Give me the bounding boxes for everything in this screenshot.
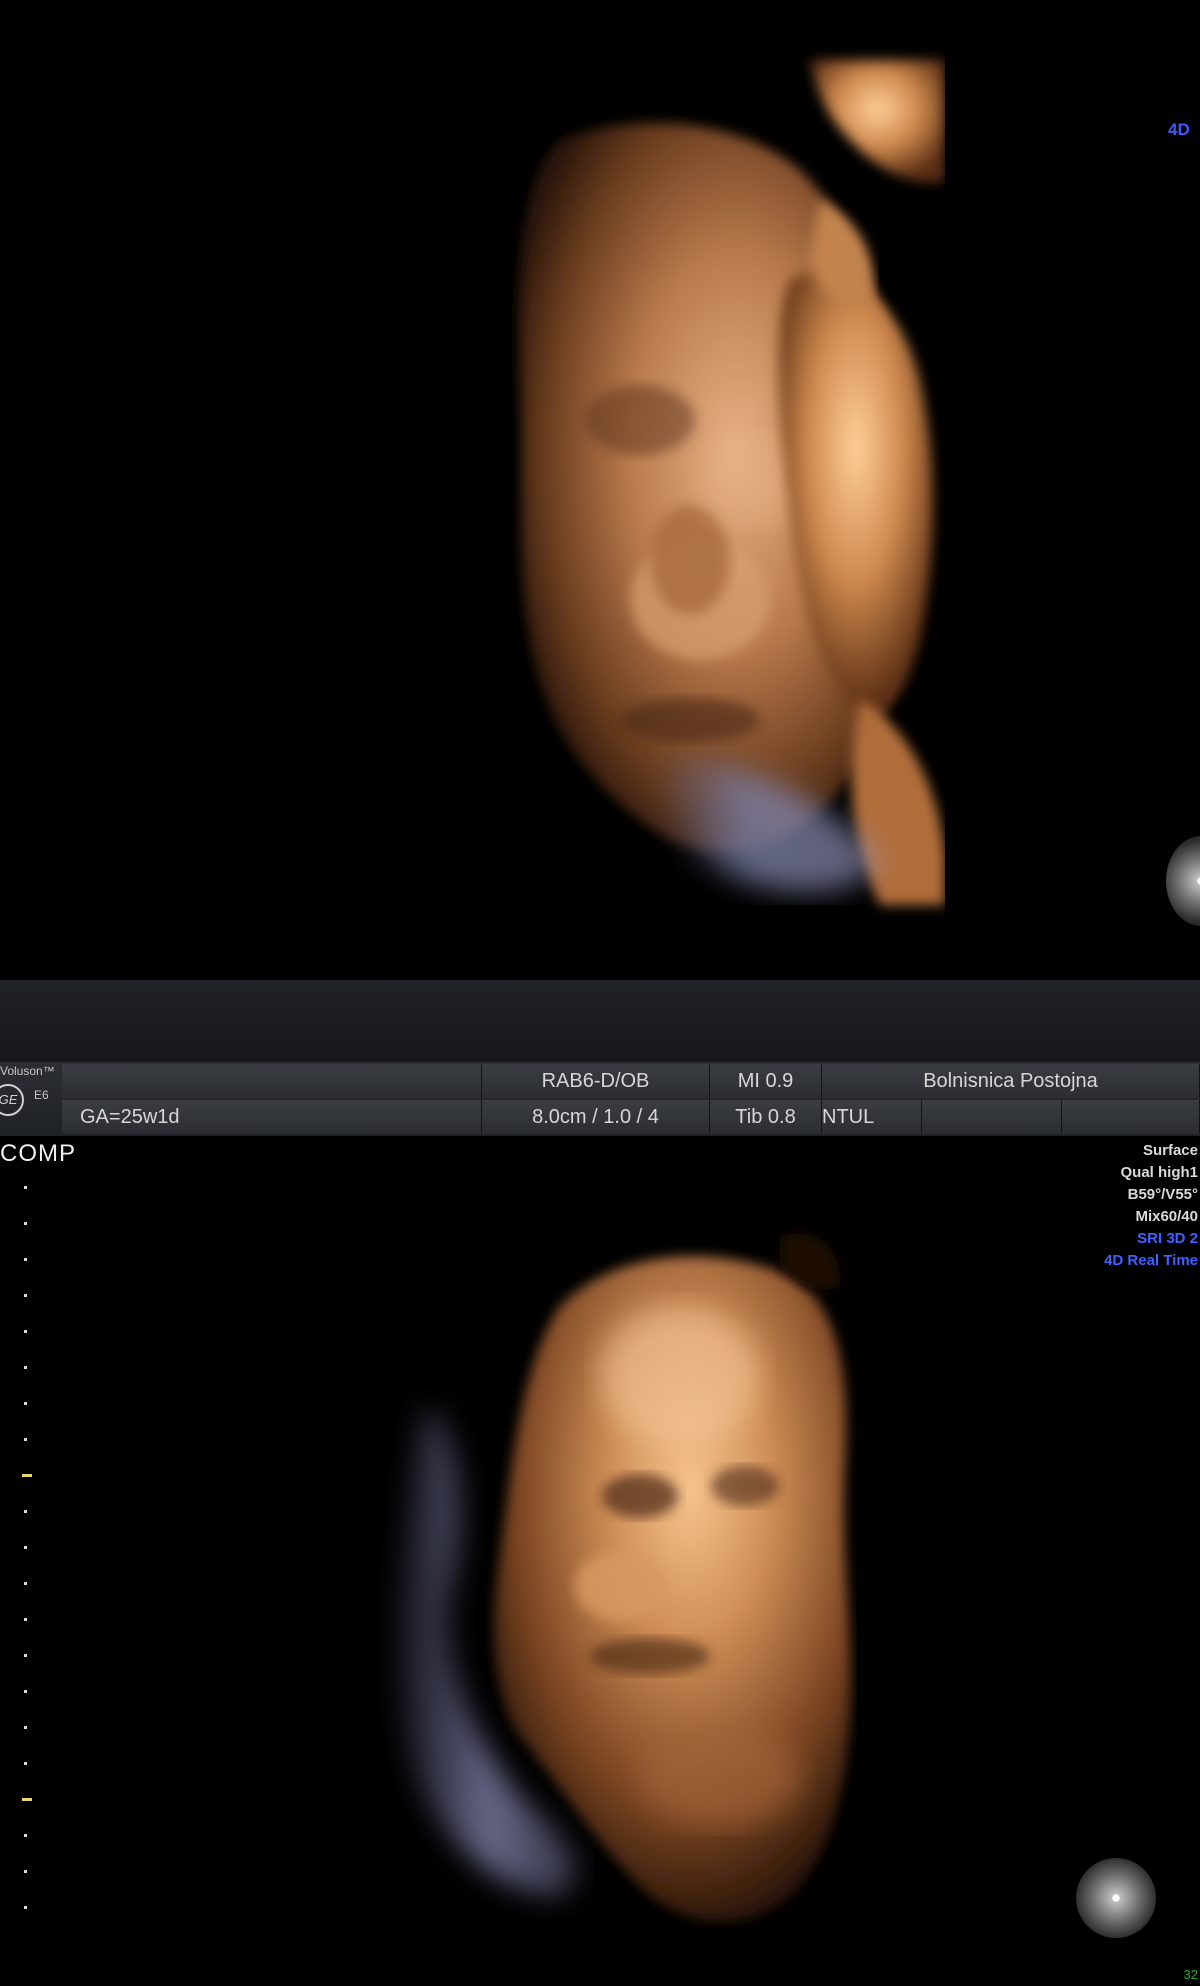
param-render-mode: Surface xyxy=(1142,1142,1198,1159)
header-cell-blank-3 xyxy=(1062,1100,1200,1134)
ge-logo-icon: GE xyxy=(0,1084,24,1116)
mi-label: MI 0.9 xyxy=(710,1064,822,1098)
bottom-render-viewport[interactable]: COMP Surface Qual high1 B59°/V55° Mix60/… xyxy=(0,1136,1200,1986)
top-render-viewport[interactable]: 4D xyxy=(0,0,1200,980)
tib-label: Tib 0.8 xyxy=(710,1100,822,1134)
tissue-label: NTUL xyxy=(822,1100,922,1134)
header-bar: Voluson™ GE E6 RAB6-D/OB MI 0.9 Bolnisni… xyxy=(0,1062,1200,1137)
separator-band xyxy=(0,980,1200,1062)
fetal-face-render-bottom xyxy=(398,1136,1200,1986)
trackball-icon[interactable] xyxy=(1076,1858,1156,1938)
header-cell-blank-2 xyxy=(922,1100,1062,1134)
param-angles: B59°/V55° xyxy=(1127,1186,1198,1203)
model-name: E6 xyxy=(34,1088,49,1102)
logo-area: Voluson™ GE E6 xyxy=(0,1062,62,1136)
param-realtime: 4D Real Time xyxy=(1104,1252,1198,1269)
probe-label: RAB6-D/OB xyxy=(482,1064,710,1098)
frame-number: 32 xyxy=(1183,1967,1198,1982)
mode-tag-4d: 4D xyxy=(1168,120,1190,139)
gestational-age-label: GA=25w1d xyxy=(62,1100,482,1134)
param-quality: Qual high1 xyxy=(1120,1164,1198,1181)
mode-label: COMP xyxy=(0,1140,76,1167)
depth-label: 8.0cm / 1.0 / 4 xyxy=(482,1100,710,1134)
depth-scale xyxy=(22,1186,32,1909)
header-cell-blank-1 xyxy=(62,1064,482,1098)
param-sri: SRI 3D 2 xyxy=(1137,1230,1198,1247)
param-mix: Mix60/40 xyxy=(1135,1208,1198,1225)
hospital-label: Bolnisnica Postojna xyxy=(822,1064,1200,1098)
fetal-face-render-top xyxy=(518,40,1200,940)
brand-name: Voluson™ xyxy=(0,1064,55,1078)
render-parameters: Surface Qual high1 B59°/V55° Mix60/40 SR… xyxy=(1104,1140,1198,1272)
